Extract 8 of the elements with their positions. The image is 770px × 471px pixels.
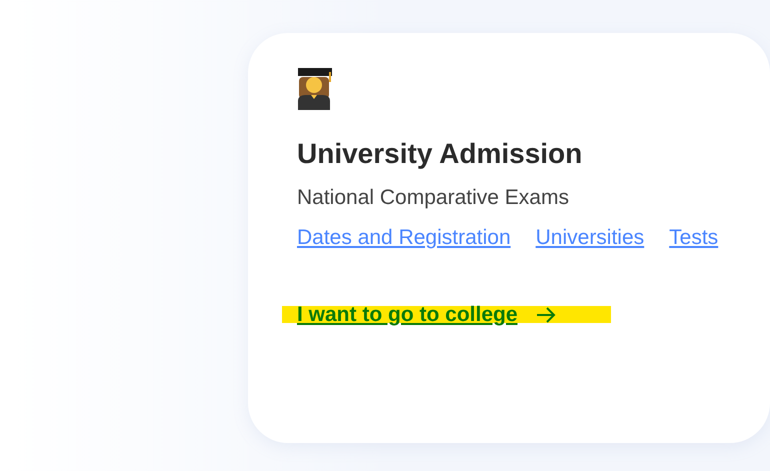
link[interactable]: Dates and Registration [297, 224, 511, 252]
card-subtitle: National Comparative Exams [297, 185, 569, 211]
cta-link[interactable]: I want to go to college [282, 306, 610, 323]
link[interactable]: Universities [536, 224, 644, 252]
link[interactable]: Tests [669, 224, 718, 252]
arrow-right-icon [536, 306, 556, 322]
graduate-figure-icon [297, 67, 334, 111]
card-title: University Admission [297, 137, 582, 171]
